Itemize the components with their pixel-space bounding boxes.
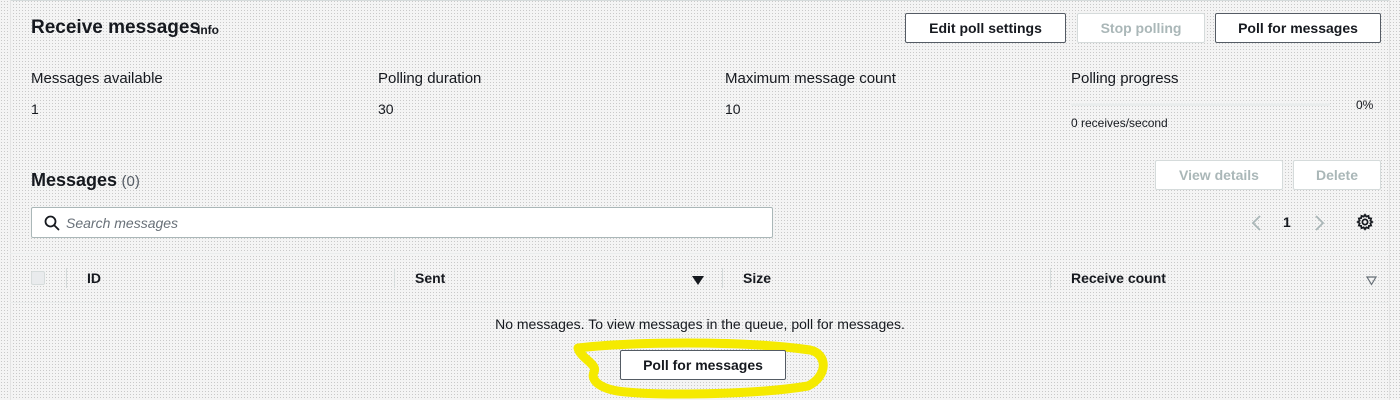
polling-duration-value: 30 xyxy=(378,101,394,117)
panel-top-border xyxy=(10,0,1390,1)
search-box[interactable] xyxy=(31,207,773,238)
messages-count: (0) xyxy=(121,173,140,190)
maximum-message-count-value: 10 xyxy=(725,101,741,117)
chevron-left-icon xyxy=(1250,213,1264,238)
empty-state-text: No messages. To view messages in the que… xyxy=(495,316,905,332)
page-title: Receive messages xyxy=(31,17,201,38)
column-header-receive-count[interactable]: Receive count xyxy=(1071,270,1166,286)
column-separator xyxy=(66,268,67,288)
empty-poll-for-messages-button[interactable]: Poll for messages xyxy=(620,350,786,380)
chevron-right-icon xyxy=(1312,213,1326,238)
messages-available-label: Messages available xyxy=(31,70,163,87)
column-header-sent[interactable]: Sent xyxy=(415,270,445,286)
view-details-button: View details xyxy=(1155,160,1283,190)
select-all-checkbox xyxy=(31,271,45,285)
stop-polling-button: Stop polling xyxy=(1077,13,1205,43)
gear-icon[interactable] xyxy=(1356,213,1374,236)
search-input[interactable] xyxy=(66,214,756,231)
column-header-size[interactable]: Size xyxy=(743,270,771,286)
column-separator xyxy=(1050,268,1051,288)
panel-right-border xyxy=(1389,0,1390,400)
edit-poll-settings-button[interactable]: Edit poll settings xyxy=(905,13,1066,43)
messages-title: Messages xyxy=(31,170,118,190)
table-top-divider xyxy=(10,253,1390,254)
delete-button: Delete xyxy=(1293,160,1381,190)
polling-rate: 0 receives/second xyxy=(1071,116,1168,130)
search-icon xyxy=(44,215,60,231)
maximum-message-count-label: Maximum message count xyxy=(725,70,896,87)
poll-for-messages-button[interactable]: Poll for messages xyxy=(1215,13,1381,43)
info-link[interactable]: Info xyxy=(197,23,219,37)
caret-down-icon[interactable] xyxy=(692,273,704,291)
column-header-id[interactable]: ID xyxy=(87,270,101,286)
polling-progress-bar xyxy=(1071,103,1330,106)
messages-available-value: 1 xyxy=(31,101,39,117)
pagination-current-page[interactable]: 1 xyxy=(1283,214,1291,230)
column-separator xyxy=(394,268,395,288)
column-separator xyxy=(722,268,723,288)
polling-progress-percent: 0% xyxy=(1356,98,1374,112)
panel-left-border xyxy=(10,0,11,400)
caret-down-outline-icon[interactable] xyxy=(1365,273,1378,291)
messages-heading: Messages (0) xyxy=(31,170,140,191)
polling-duration-label: Polling duration xyxy=(378,70,482,87)
polling-progress-label: Polling progress xyxy=(1071,70,1179,87)
table-header-divider xyxy=(10,302,1390,303)
